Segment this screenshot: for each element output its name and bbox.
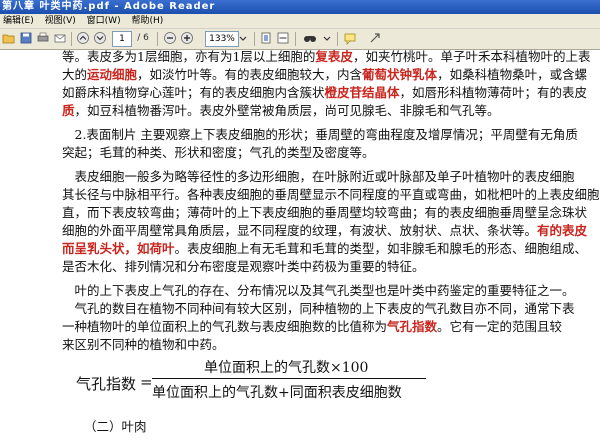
fraction-bar (152, 378, 426, 379)
fit-page-icon[interactable] (259, 31, 273, 46)
email-icon[interactable] (53, 31, 67, 46)
save-icon[interactable] (19, 31, 33, 46)
open-icon[interactable] (2, 31, 16, 46)
text-span: 表皮细胞一般多为略等径性的多边形细胞，在叶脉附近或叶脉部及单子叶植物叶的表皮细胞 (62, 169, 575, 184)
print-icon[interactable] (36, 31, 50, 46)
text-span: 突起；毛茸的种类、形状和密度；气孔的类型及密度等。 (62, 145, 375, 160)
toolbar: 1 / 6 133% (0, 29, 600, 50)
text-line: 是否木化、排列情况和分布密度是观察叶类中药极为重要的特征。 (62, 256, 425, 275)
menu-window[interactable]: 窗口(W) (84, 14, 126, 28)
expand-icon[interactable] (368, 31, 382, 46)
toolbar-separator (71, 32, 72, 46)
text-span: 一种植物叶的单位面积上的气孔数与表皮细胞数的比值称为 (62, 319, 388, 334)
text-span: 是否木化、排列情况和分布密度是观察叶类中药极为重要的特征。 (62, 259, 425, 274)
title-bar: 第八章 叶类中药.pdf - Adobe Reader (0, 0, 600, 14)
text-span: 细胞的外面平周壁常具角质层，显不同程度的纹理，有波状、放射状、点状、条状等。 (62, 223, 538, 238)
text-line: 而呈乳头状，如荷叶。表皮细胞上有无毛茸和毛茸的类型，如非腺毛和腺毛的形态、细胞组… (62, 238, 587, 257)
chevron-down-icon[interactable] (238, 31, 248, 46)
text-span: 直，而下表皮较弯曲；薄荷叶的上下表皮细胞的垂周壁均较弯曲；有的表皮细胞垂周壁呈念… (62, 205, 588, 220)
menu-bar: 编辑(E) 视图(V) 窗口(W) 帮助(H) (0, 14, 600, 29)
text-span: 。表皮细胞上有无毛茸和毛茸的类型，如非腺毛和腺毛的形态、细胞组成、 (174, 241, 588, 256)
text-span: 气孔的数目在植物不同种间有较大区别，同种植物的上下表皮的气孔数目亦不同，通常下表 (62, 301, 575, 316)
comment-icon[interactable] (343, 31, 357, 46)
toolbar-separator (337, 32, 338, 46)
document-page[interactable]: 等。表皮多为1层细胞，亦有为1层以上细胞的复表皮，如夹竹桃叶。单子叶禾本科植物叶… (0, 50, 600, 440)
prev-page-icon[interactable] (76, 31, 90, 46)
highlighted-term: 而呈乳头状，如荷叶 (62, 241, 175, 256)
highlighted-term: 气孔指数 (387, 319, 438, 334)
zoom-out-icon[interactable] (163, 31, 177, 46)
text-line: 其长径与中脉相平行。各种表皮细胞的垂周壁显示不同程度的平直或弯曲，如枇杷叶的上表… (62, 184, 600, 203)
text-span: 。它有一定的范围且较 (437, 319, 563, 334)
page-number-input[interactable]: 1 (112, 31, 132, 47)
text-line: 突起；毛茸的种类、形状和密度；气孔的类型及密度等。 (62, 142, 375, 161)
toolbar-separator (157, 32, 158, 46)
chevron-down-icon[interactable] (322, 31, 332, 46)
formula-label: 气孔指数 (76, 375, 137, 393)
section-heading: （二）叶肉 (84, 419, 147, 434)
text-line: 直，而下表皮较弯曲；薄荷叶的上下表皮细胞的垂周壁均较弯曲；有的表皮细胞垂周壁呈念… (62, 202, 587, 221)
find-icon[interactable] (302, 31, 318, 46)
text-span: 来区别不同种的植物和中药。 (62, 337, 225, 352)
text-line: 气孔的数目在植物不同种间有较大区别，同种植物的上下表皮的气孔数目亦不同，通常下表 (62, 298, 575, 317)
text-span: 叶的上下表皮上气孔的存在、分布情况以及其气孔类型也是叶类中药鉴定的重要特征之一。 (62, 283, 575, 298)
highlighted-term: 有的表皮 (537, 223, 588, 238)
text-line: 细胞的外面平周壁常具角质层，显不同程度的纹理，有波状、放射状、点状、条状等。有的… (62, 220, 587, 239)
menu-help[interactable]: 帮助(H) (128, 14, 168, 28)
window-title: 第八章 叶类中药.pdf - Adobe Reader (2, 1, 216, 12)
text-span: 其长径与中脉相平行。各种表皮细胞的垂周壁显示不同程度的平直或弯曲，如枇杷叶的上表… (62, 187, 600, 202)
formula-equals: = (140, 373, 153, 391)
menu-view[interactable]: 视图(V) (42, 14, 81, 28)
toolbar-separator (295, 32, 296, 46)
text-line: 一种植物叶的单位面积上的气孔数与表皮细胞数的比值称为气孔指数。它有一定的范围且较 (62, 316, 562, 335)
zoom-in-icon[interactable] (180, 31, 194, 46)
next-page-icon[interactable] (93, 31, 107, 46)
text-line: 叶的上下表皮上气孔的存在、分布情况以及其气孔类型也是叶类中药鉴定的重要特征之一。 (62, 280, 575, 299)
toolbar-separator (254, 32, 255, 46)
menu-edit[interactable]: 编辑(E) (0, 14, 39, 28)
stomatal-index-formula: 气孔指数 = 单位面积上的气孔数×100 单位面积上的气孔数+同面积表皮细胞数 (0, 50, 600, 401)
formula-numerator: 单位面积上的气孔数×100 (204, 360, 369, 376)
text-line: 表皮细胞一般多为略等径性的多边形细胞，在叶脉附近或叶脉部及单子叶植物叶的表皮细胞 (62, 166, 575, 185)
zoom-level-select[interactable]: 133% (205, 31, 239, 47)
text-line: 来区别不同种的植物和中药。 (62, 334, 225, 353)
fit-width-icon[interactable] (276, 31, 290, 46)
formula-denominator: 单位面积上的气孔数+同面积表皮细胞数 (152, 385, 402, 401)
page-total: / 6 (137, 33, 149, 43)
